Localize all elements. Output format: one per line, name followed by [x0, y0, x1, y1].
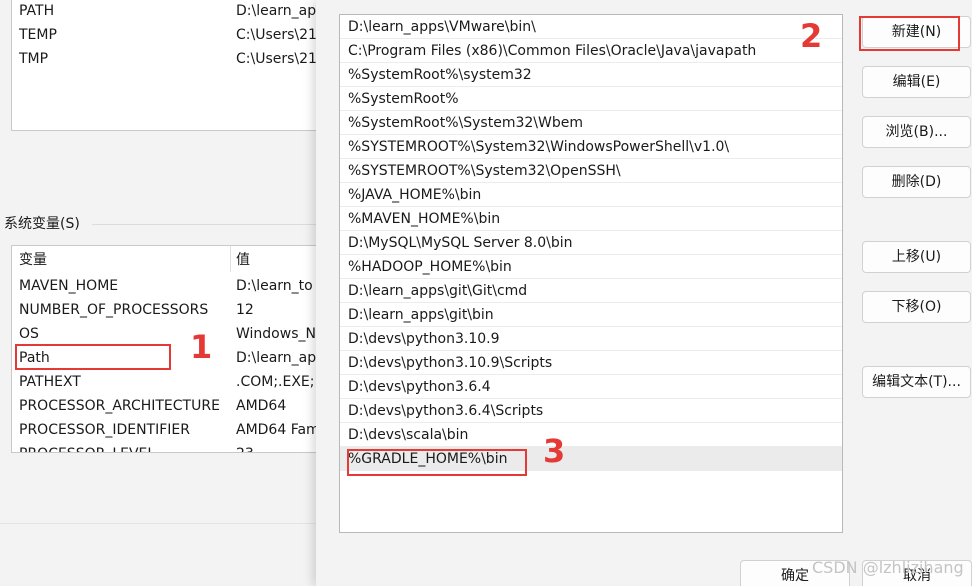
edit-environment-variable-dialog: D:\learn_apps\VMware\bin\ C:\Program Fil…	[316, 0, 972, 586]
path-entry[interactable]: D:\learn_apps\git\Git\cmd	[340, 279, 842, 303]
variable-value: D:\learn_ap	[236, 350, 317, 366]
path-entry[interactable]: %SystemRoot%\system32	[340, 63, 842, 87]
list-item[interactable]: OS Windows_N	[12, 322, 330, 346]
column-separator[interactable]	[230, 246, 231, 272]
edit-button[interactable]: 编辑(E)	[862, 66, 971, 98]
variable-name: TMP	[19, 51, 49, 67]
variable-value: D:\learn_ap	[236, 3, 317, 19]
path-entry[interactable]: %JAVA_HOME%\bin	[340, 183, 842, 207]
variable-name: MAVEN_HOME	[19, 278, 119, 294]
section-divider	[92, 224, 330, 225]
variable-name: NUMBER_OF_PROCESSORS	[19, 302, 209, 318]
annotation-number-1: 1	[190, 328, 213, 366]
path-entry[interactable]: D:\learn_apps\git\bin	[340, 303, 842, 327]
move-down-button[interactable]: 下移(O)	[862, 291, 971, 323]
path-entry[interactable]: C:\Program Files (x86)\Common Files\Orac…	[340, 39, 842, 63]
variable-value: C:\Users\21	[236, 51, 317, 67]
annotation-box-2	[859, 16, 960, 51]
system-variables-label: 系统变量(S)	[4, 216, 80, 232]
path-entry[interactable]: %SystemRoot%\System32\Wbem	[340, 111, 842, 135]
variable-value: C:\Users\21	[236, 27, 317, 43]
column-header-variable[interactable]: 变量	[19, 248, 47, 272]
path-entry[interactable]: D:\devs\scala\bin	[340, 423, 842, 447]
list-header: 变量 值	[12, 248, 330, 272]
variable-name: PATH	[19, 3, 55, 19]
path-entry[interactable]: %MAVEN_HOME%\bin	[340, 207, 842, 231]
variable-name: PROCESSOR_LEVEL	[19, 442, 155, 452]
edit-text-button[interactable]: 编辑文本(T)...	[862, 366, 971, 398]
list-item[interactable]: TMP C:\Users\21	[12, 47, 332, 71]
variable-value: 23	[236, 442, 254, 452]
annotation-number-2: 2	[800, 17, 823, 55]
variable-value: D:\learn_to	[236, 278, 313, 294]
list-item[interactable]: NUMBER_OF_PROCESSORS 12	[12, 298, 330, 322]
variable-name: OS	[19, 326, 39, 342]
path-entry[interactable]: %SYSTEMROOT%\System32\WindowsPowerShell\…	[340, 135, 842, 159]
watermark: CSDN @lzhlizihang	[812, 558, 964, 577]
variable-value: AMD64 Fam	[236, 422, 320, 438]
path-entry[interactable]: D:\devs\python3.10.9	[340, 327, 842, 351]
path-entry[interactable]: D:\devs\python3.10.9\Scripts	[340, 351, 842, 375]
delete-button[interactable]: 删除(D)	[862, 166, 971, 198]
annotation-number-3: 3	[543, 432, 566, 470]
list-item[interactable]: MAVEN_HOME D:\learn_to	[12, 274, 330, 298]
window-footer	[0, 523, 330, 586]
list-item[interactable]: TEMP C:\Users\21	[12, 23, 332, 47]
path-entry[interactable]: %SystemRoot%	[340, 87, 842, 111]
path-entry[interactable]: D:\devs\python3.6.4	[340, 375, 842, 399]
variable-value: AMD64	[236, 398, 287, 414]
variable-value: .COM;.EXE;	[236, 374, 315, 390]
path-entry[interactable]: D:\learn_apps\VMware\bin\	[340, 15, 842, 39]
column-header-value[interactable]: 值	[236, 248, 250, 272]
move-up-button[interactable]: 上移(U)	[862, 241, 971, 273]
variable-name: PROCESSOR_IDENTIFIER	[19, 422, 190, 438]
variable-value: 12	[236, 302, 254, 318]
environment-variables-window: PATH D:\learn_ap TEMP C:\Users\21 TMP C:…	[0, 0, 331, 586]
list-item[interactable]: PROCESSOR_LEVEL 23	[12, 442, 330, 452]
path-entry[interactable]: D:\MySQL\MySQL Server 8.0\bin	[340, 231, 842, 255]
list-item[interactable]: PROCESSOR_IDENTIFIER AMD64 Fam	[12, 418, 330, 442]
variable-name: TEMP	[19, 27, 57, 43]
annotation-box-1	[15, 344, 171, 370]
path-entry[interactable]: %HADOOP_HOME%\bin	[340, 255, 842, 279]
list-item[interactable]: PATHEXT .COM;.EXE;	[12, 370, 330, 394]
list-item[interactable]: PATH D:\learn_ap	[12, 0, 332, 23]
user-variables-list[interactable]: PATH D:\learn_ap TEMP C:\Users\21 TMP C:…	[11, 0, 331, 131]
path-entry[interactable]: %SYSTEMROOT%\System32\OpenSSH\	[340, 159, 842, 183]
variable-name: PATHEXT	[19, 374, 81, 390]
browse-button[interactable]: 浏览(B)...	[862, 116, 971, 148]
annotation-box-3	[347, 449, 527, 476]
path-entry[interactable]: D:\devs\python3.6.4\Scripts	[340, 399, 842, 423]
variable-name: PROCESSOR_ARCHITECTURE	[19, 398, 220, 414]
variable-value: Windows_N	[236, 326, 316, 342]
list-item[interactable]: PROCESSOR_ARCHITECTURE AMD64	[12, 394, 330, 418]
